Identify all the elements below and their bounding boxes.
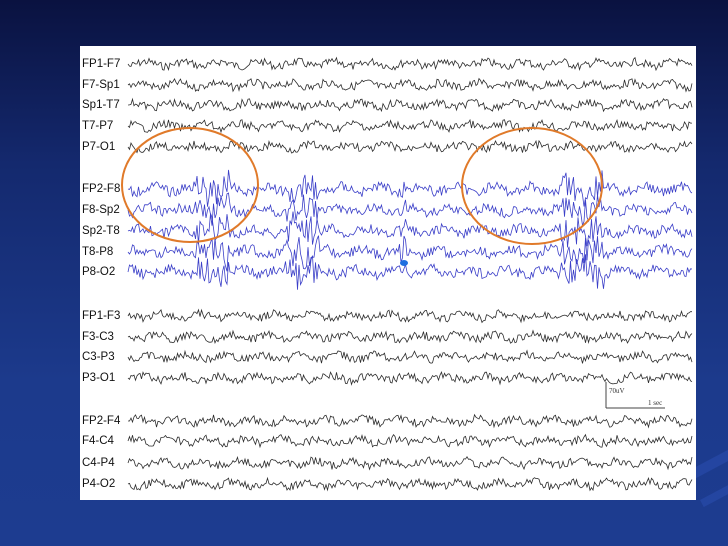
eeg-trace-t8-p8	[127, 235, 693, 272]
decorative-stripe	[700, 481, 728, 508]
eeg-trace-f7-sp1	[127, 77, 693, 93]
channel-label: Sp2-T8	[82, 225, 120, 237]
scale-time-label: 1 sec	[648, 399, 662, 407]
eeg-trace-p7-o1	[127, 139, 693, 154]
channel-label: P4-O2	[82, 478, 116, 490]
eeg-trace-fp1-f3	[127, 308, 693, 324]
channel-label: C3-P3	[82, 351, 115, 363]
channel-label: P3-O1	[82, 372, 116, 384]
eeg-trace-fp2-f4	[128, 413, 693, 429]
scale-bar: 70uV 1 sec	[605, 382, 665, 409]
channel-label: T8-P8	[82, 246, 114, 258]
channel-label: T7-P7	[82, 120, 114, 132]
eeg-trace-c3-p3	[127, 349, 693, 364]
eeg-trace-sp1-t7	[127, 97, 693, 113]
channel-label: F4-C4	[82, 435, 114, 447]
channel-label: Sp1-T7	[82, 99, 120, 111]
scale-amplitude-label: 70uV	[609, 387, 625, 395]
channel-label: FP2-F8	[82, 183, 121, 195]
eeg-trace-p4-o2	[127, 476, 693, 492]
eeg-traces: 70uV 1 sec	[121, 56, 693, 492]
eeg-trace-f4-c4	[127, 433, 693, 449]
channel-label: C4-P4	[82, 457, 115, 469]
channel-label: F7-Sp1	[82, 79, 120, 91]
channel-label: P7-O1	[82, 141, 116, 153]
eeg-trace-c4-p4	[127, 455, 693, 471]
channel-label: FP1-F3	[82, 310, 121, 322]
channel-label: F3-C3	[82, 331, 114, 343]
highlight-circle	[121, 127, 259, 243]
eeg-trace-fp2-f8	[127, 169, 693, 207]
channel-label: F8-Sp2	[82, 204, 120, 216]
eeg-trace-fp1-f7	[127, 56, 693, 72]
eeg-trace-p8-o2	[127, 254, 693, 290]
marker-dot	[400, 260, 408, 266]
eeg-trace-f3-c3	[127, 329, 693, 345]
eeg-panel: 70uV 1 sec FP1-F7 F7-Sp1 Sp1-T7 T7-P7 P7-O1 FP…	[80, 46, 696, 500]
channel-label: P8-O2	[82, 266, 116, 278]
channel-label: FP2-F4	[82, 415, 121, 427]
eeg-trace-p3-o1	[127, 370, 693, 386]
channel-label: FP1-F7	[82, 58, 121, 70]
